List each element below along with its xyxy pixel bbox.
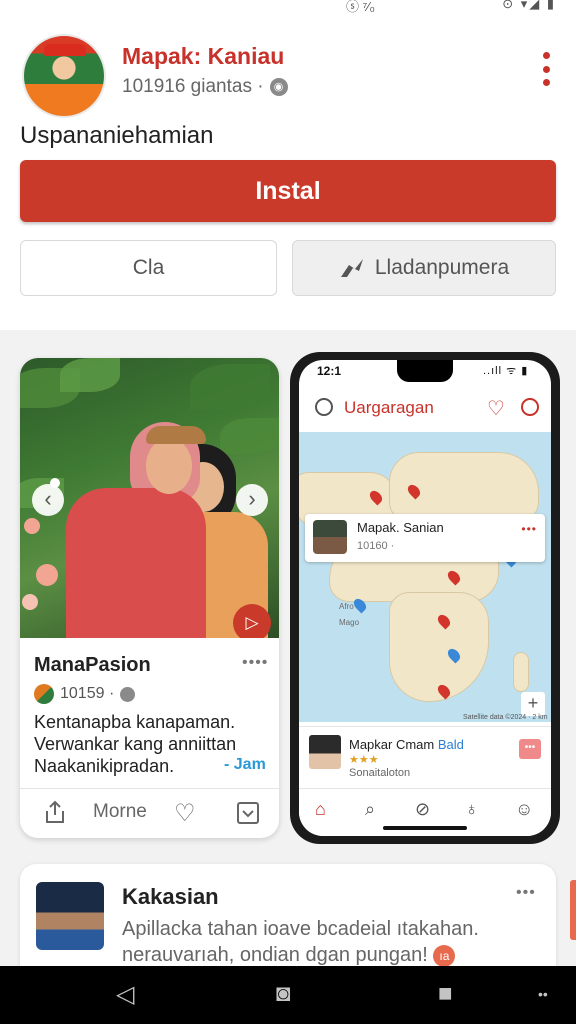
- globe-icon: [120, 686, 136, 702]
- comment-author: Kakasian: [122, 884, 219, 909]
- profile-icon[interactable]: ☺: [515, 799, 533, 820]
- app-meta: 101916 giantas · ◉: [122, 76, 288, 98]
- search-icon[interactable]: ⌕: [365, 799, 375, 820]
- result-card[interactable]: Mapkar Cmam Bald ★★★ Sonaitaloton •••: [299, 726, 551, 788]
- avatar-hat: [44, 44, 86, 56]
- map-card-more-icon[interactable]: •••: [521, 522, 537, 536]
- share-button[interactable]: Lladanpumera: [292, 240, 556, 296]
- map-label: Afro: [339, 602, 354, 611]
- phone-mockup: 12:1 ..ıll ᯤ ▮ Uargaragan ♡ Afro Mago Ma…: [290, 352, 560, 844]
- post-tag-link[interactable]: - Jam: [224, 756, 266, 774]
- back-icon[interactable]: ◁: [116, 980, 134, 1009]
- more-action-button[interactable]: Morne: [93, 801, 147, 823]
- notification-icon[interactable]: [521, 398, 539, 416]
- system-nav-bar: ◁ ◙ ■ ••: [0, 966, 576, 1024]
- app-title: Mapak: Kaniau: [122, 43, 285, 69]
- comment-text: Apillacka tahan ioave bcadeial ıtakahan.…: [122, 916, 542, 968]
- comment-line: nerauvarıah, ondian dgan pungan!: [122, 944, 428, 966]
- share-upload-icon[interactable]: [42, 799, 68, 825]
- map-card-name: Mapak. Sanian: [357, 520, 444, 535]
- map-card-avatar: [313, 520, 347, 554]
- explore-icon[interactable]: ⊘: [415, 799, 430, 820]
- status-left: ⓢ ⁷⁄₀: [346, 0, 375, 14]
- video-icon[interactable]: ▷: [233, 604, 271, 638]
- globe-icon: ◉: [269, 78, 288, 96]
- cla-button[interactable]: Cla: [20, 240, 277, 296]
- post-photo: ‹ › ▷: [20, 358, 279, 638]
- heart-icon[interactable]: ♡: [487, 396, 505, 421]
- heart-icon[interactable]: ♡: [174, 799, 196, 828]
- comment-avatar: [36, 882, 104, 950]
- post-meta: 10159 ·: [34, 684, 136, 704]
- phone-app-title: Uargaragan: [344, 398, 434, 417]
- result-action-button[interactable]: •••: [519, 739, 541, 759]
- cla-button-label: Cla: [132, 256, 165, 279]
- map-label: Mago: [339, 618, 360, 627]
- result-subtitle: Sonaitaloton: [349, 767, 411, 779]
- comment-line: Apillacka tahan ioave bcadeial ıtakahan.: [122, 918, 479, 940]
- save-icon[interactable]: [236, 801, 260, 825]
- more-icon[interactable]: ••: [538, 986, 548, 1002]
- edge-tab[interactable]: [570, 880, 576, 940]
- app-avatar: [22, 34, 106, 118]
- search-icon[interactable]: [315, 398, 333, 416]
- phone-screen: 12:1 ..ıll ᯤ ▮ Uargaragan ♡ Afro Mago Ma…: [299, 360, 551, 836]
- zoom-in-icon[interactable]: +: [521, 692, 545, 716]
- share-button-label: Lladanpumera: [374, 256, 510, 279]
- post-body-line: Kentanapba kanapaman.: [34, 712, 236, 732]
- result-name: Mapkar Cmam Bald: [349, 737, 464, 752]
- home-button-icon[interactable]: ◙: [276, 980, 291, 1008]
- map-info-card[interactable]: Mapak. Sanian 10160 · •••: [305, 514, 545, 562]
- post-actions: Morne ♡: [20, 788, 279, 838]
- share-icon: [340, 259, 363, 277]
- carousel-next-icon[interactable]: ›: [236, 484, 268, 516]
- app-subtitle: Uspananiehamian: [20, 122, 214, 149]
- phone-time: 12:1: [317, 364, 342, 378]
- status-right: ⊙ ▾◢ ▮: [502, 0, 556, 11]
- map-attribution: Satellite data ©2024 · 2 km: [463, 714, 548, 721]
- rating-stars: ★★★: [349, 754, 379, 766]
- status-bar: ⓢ ⁷⁄₀ ⊙ ▾◢ ▮: [0, 0, 576, 14]
- post-title: ManaPasion: [34, 654, 151, 676]
- carousel-prev-icon[interactable]: ‹: [32, 484, 64, 516]
- comment-more-icon[interactable]: •••: [516, 884, 536, 902]
- app-meta-text: 101916 giantas ·: [122, 76, 264, 97]
- emoji-badge: ıа: [433, 944, 456, 967]
- home-icon[interactable]: ⌂: [315, 799, 326, 820]
- post-author-avatar: [34, 684, 54, 704]
- map-card-meta: 10160 ·: [357, 540, 395, 552]
- post-more-icon[interactable]: ••••: [242, 654, 268, 672]
- phone-status: ..ıll ᯤ ▮: [483, 365, 529, 377]
- bell-icon[interactable]: ♁: [465, 799, 479, 820]
- map-view[interactable]: Afro Mago Mapak. Sanian 10160 · •••: [299, 432, 551, 722]
- post-card[interactable]: ‹ › ▷ ManaPasion •••• 10159 · Kentanapba…: [20, 358, 279, 838]
- post-meta-text: 10159 ·: [60, 685, 115, 702]
- recents-icon[interactable]: ■: [438, 980, 453, 1008]
- result-avatar: [309, 735, 341, 769]
- more-options-icon[interactable]: [538, 52, 554, 86]
- post-body-line: Verwankar kang anniittan: [34, 734, 237, 754]
- install-button[interactable]: Instal: [20, 160, 556, 222]
